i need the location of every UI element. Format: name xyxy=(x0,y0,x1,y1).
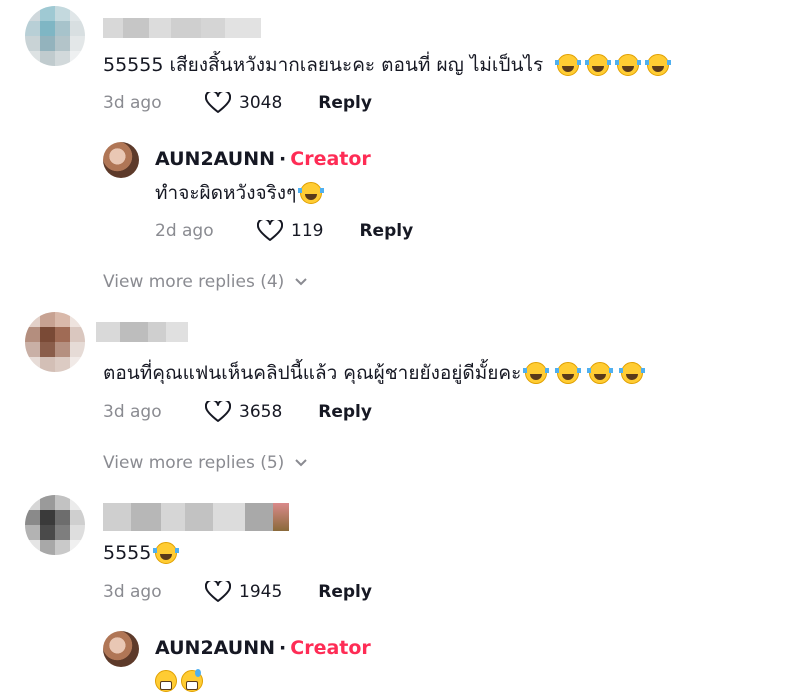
reply-text xyxy=(155,668,203,694)
like-button[interactable]: 3048 xyxy=(205,92,282,114)
reply-button[interactable]: Reply xyxy=(318,93,372,113)
comment-text: 5555 xyxy=(103,540,180,566)
like-count: 3658 xyxy=(239,402,283,422)
like-button[interactable]: 119 xyxy=(257,220,323,242)
chevron-down-icon xyxy=(295,278,308,286)
heart-icon xyxy=(205,581,231,602)
comment-text: ตอนที่คุณแฟนเห็นคลิปนี้แล้ว คุณผู้ชายยัง… xyxy=(103,360,646,386)
comment-text-content: ตอนที่คุณแฟนเห็นคลิปนี้แล้ว คุณผู้ชายยัง… xyxy=(103,362,522,384)
username-blurred[interactable] xyxy=(103,18,261,38)
like-button[interactable]: 3658 xyxy=(205,401,282,423)
timestamp: 3d ago xyxy=(103,93,162,113)
tears-of-joy-icon xyxy=(585,54,612,76)
tears-of-joy-icon xyxy=(298,182,325,204)
avatar[interactable] xyxy=(25,6,85,66)
creator-username[interactable]: AUN2AUNN xyxy=(155,148,275,170)
view-more-label: View more replies (5) xyxy=(103,453,285,473)
reply-button[interactable]: Reply xyxy=(359,221,413,241)
heart-icon xyxy=(205,92,231,113)
avatar[interactable] xyxy=(25,495,85,555)
grinning-sweat-icon xyxy=(181,669,203,692)
comment-meta: 3d ago 3048 Reply xyxy=(103,92,372,114)
avatar[interactable] xyxy=(25,312,85,372)
comment-meta: 3d ago 3658 Reply xyxy=(103,401,372,423)
heart-icon xyxy=(257,220,283,241)
separator-dot: · xyxy=(279,148,287,170)
comment-meta: 3d ago 1945 Reply xyxy=(103,581,372,603)
creator-badge: Creator xyxy=(290,148,371,170)
creator-name-line: AUN2AUNN · Creator xyxy=(155,148,371,170)
tears-of-joy-icon xyxy=(555,362,582,384)
tears-of-joy-icon xyxy=(619,362,646,384)
grinning-face-icon xyxy=(155,670,177,692)
comment-text-content: 55555 เสียงสิ้นหวังมากเลยนะคะ ตอนที่ ผญ … xyxy=(103,54,544,76)
view-more-label: View more replies (4) xyxy=(103,272,285,292)
tears-of-joy-icon xyxy=(523,362,550,384)
like-count: 1945 xyxy=(239,582,283,602)
heart-icon xyxy=(205,401,231,422)
comment-text-content: 5555 xyxy=(103,542,152,564)
username-blurred[interactable] xyxy=(103,503,289,531)
reply-text-content: ทำจะผิดหวังจริงๆ xyxy=(155,182,297,204)
reply-button[interactable]: Reply xyxy=(318,582,372,602)
chevron-down-icon xyxy=(295,459,308,467)
reply-meta: 2d ago 119 Reply xyxy=(155,220,413,242)
creator-badge: Creator xyxy=(290,637,371,659)
timestamp: 3d ago xyxy=(103,582,162,602)
tears-of-joy-icon xyxy=(587,362,614,384)
username-blurred[interactable] xyxy=(96,322,188,342)
separator-dot: · xyxy=(279,637,287,659)
creator-username[interactable]: AUN2AUNN xyxy=(155,637,275,659)
reply-button[interactable]: Reply xyxy=(318,402,372,422)
timestamp: 3d ago xyxy=(103,402,162,422)
creator-avatar[interactable] xyxy=(103,142,139,178)
tears-of-joy-icon xyxy=(645,54,672,76)
tears-of-joy-icon xyxy=(153,542,180,564)
like-button[interactable]: 1945 xyxy=(205,581,282,603)
creator-name-line: AUN2AUNN · Creator xyxy=(155,637,371,659)
comment-text: 55555 เสียงสิ้นหวังมากเลยนะคะ ตอนที่ ผญ … xyxy=(103,52,672,78)
timestamp: 2d ago xyxy=(155,221,214,241)
reply-text: ทำจะผิดหวังจริงๆ xyxy=(155,180,325,206)
like-count: 3048 xyxy=(239,93,283,113)
view-more-replies[interactable]: View more replies (4) xyxy=(103,272,308,292)
tears-of-joy-icon xyxy=(615,54,642,76)
like-count: 119 xyxy=(291,221,324,241)
creator-avatar[interactable] xyxy=(103,631,139,667)
view-more-replies[interactable]: View more replies (5) xyxy=(103,453,308,473)
tears-of-joy-icon xyxy=(555,54,582,76)
